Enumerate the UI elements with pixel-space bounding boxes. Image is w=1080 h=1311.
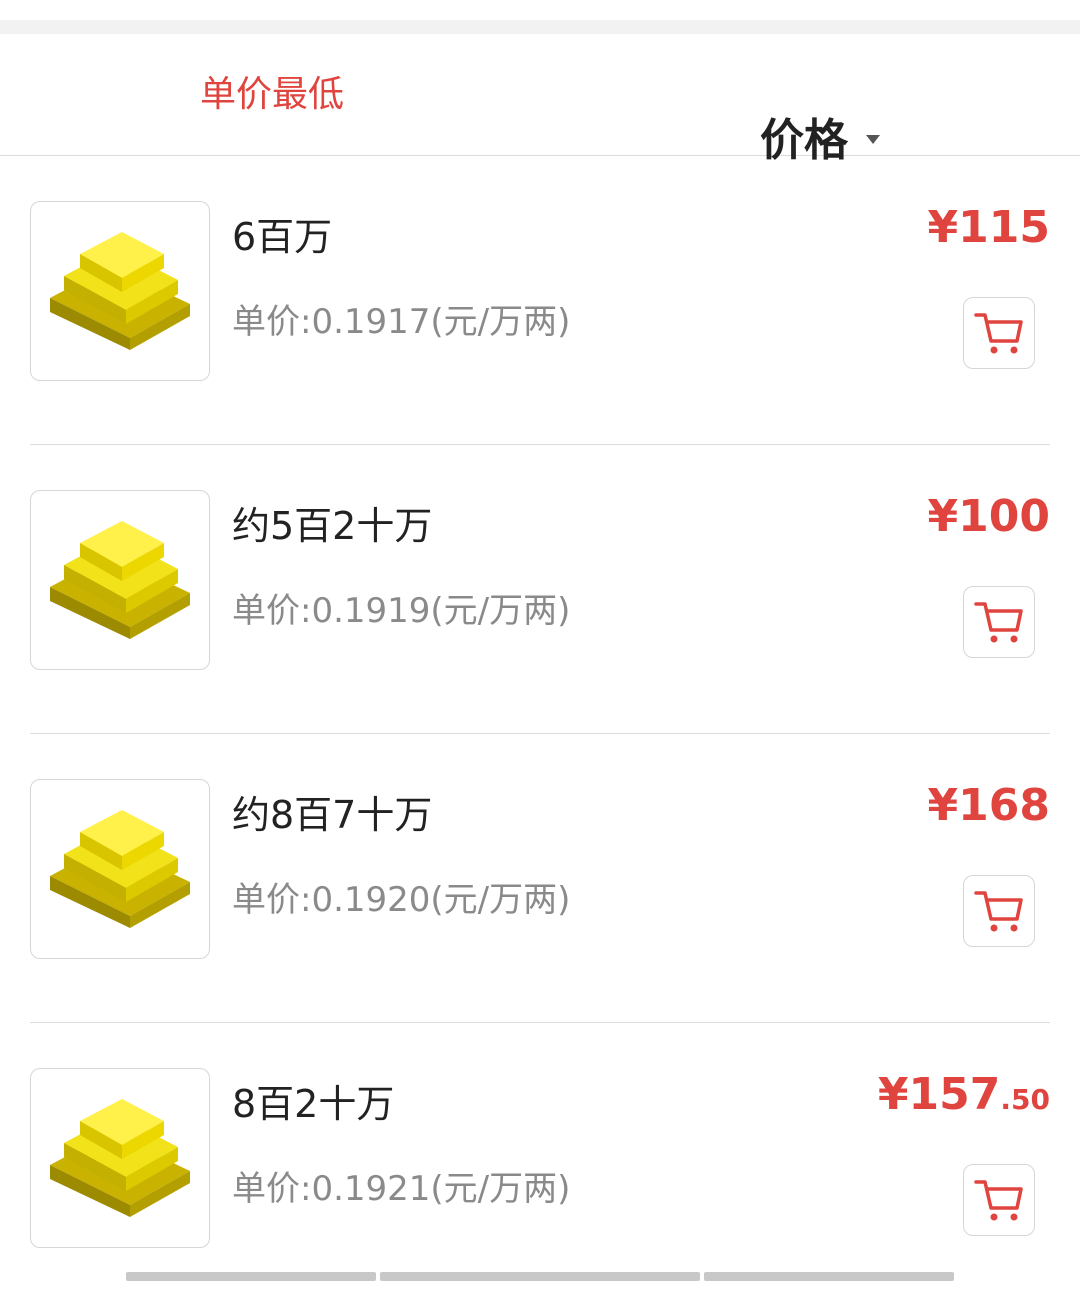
item-unit-price: 单价:0.1920(元/万两) <box>232 880 571 920</box>
cart-icon <box>974 1180 1023 1221</box>
add-to-cart-button[interactable] <box>963 1164 1035 1236</box>
item-price: ¥100 <box>928 491 1050 542</box>
add-to-cart-button[interactable] <box>963 586 1035 658</box>
add-to-cart-button[interactable] <box>963 875 1035 947</box>
item-title: 6百万 <box>232 215 333 259</box>
list-item[interactable]: 约8百7十万 单价:0.1920(元/万两) ¥168 <box>30 734 1050 1023</box>
cart-icon <box>974 891 1023 932</box>
status-spacer <box>0 0 1080 34</box>
cart-icon <box>974 602 1023 643</box>
price-main: ¥100 <box>927 491 1050 542</box>
item-title: 8百2十万 <box>232 1082 395 1126</box>
product-list: 6百万 单价:0.1917(元/万两) ¥115 约5百2十万 单价:0.191… <box>0 156 1080 1311</box>
item-price: ¥168 <box>928 780 1050 831</box>
price-cents: .50 <box>1000 1083 1050 1116</box>
item-title: 约5百2十万 <box>232 504 433 548</box>
item-unit-price: 单价:0.1917(元/万两) <box>232 302 571 342</box>
gold-bars-icon <box>30 779 210 959</box>
tab-label: 单价最低 <box>200 74 345 115</box>
cart-icon <box>974 313 1023 354</box>
gold-bars-icon <box>30 1068 210 1248</box>
item-price: ¥157.50 <box>878 1069 1050 1120</box>
price-main: ¥168 <box>927 780 1050 831</box>
price-main: ¥115 <box>927 202 1050 253</box>
gold-bars-icon <box>30 490 210 670</box>
sort-bar: 单价最低 价格 <box>0 34 1080 166</box>
tab-lowest-unit-price[interactable]: 单价最低 <box>200 34 344 155</box>
list-item[interactable]: 6百万 单价:0.1917(元/万两) ¥115 <box>30 156 1050 445</box>
item-price: ¥115 <box>928 202 1050 253</box>
caret-down-icon <box>866 134 880 144</box>
bottom-scroll-indicator <box>0 1272 1080 1281</box>
list-item[interactable]: 8百2十万 单价:0.1921(元/万两) ¥157.50 <box>30 1023 1050 1311</box>
item-unit-price: 单价:0.1919(元/万两) <box>232 591 571 631</box>
price-main: ¥157 <box>877 1069 1001 1120</box>
gold-bars-icon <box>30 201 210 381</box>
add-to-cart-button[interactable] <box>963 297 1035 369</box>
item-title: 约8百7十万 <box>232 793 433 837</box>
list-item[interactable]: 约5百2十万 单价:0.1919(元/万两) ¥100 <box>30 445 1050 734</box>
item-unit-price: 单价:0.1921(元/万两) <box>232 1169 571 1209</box>
